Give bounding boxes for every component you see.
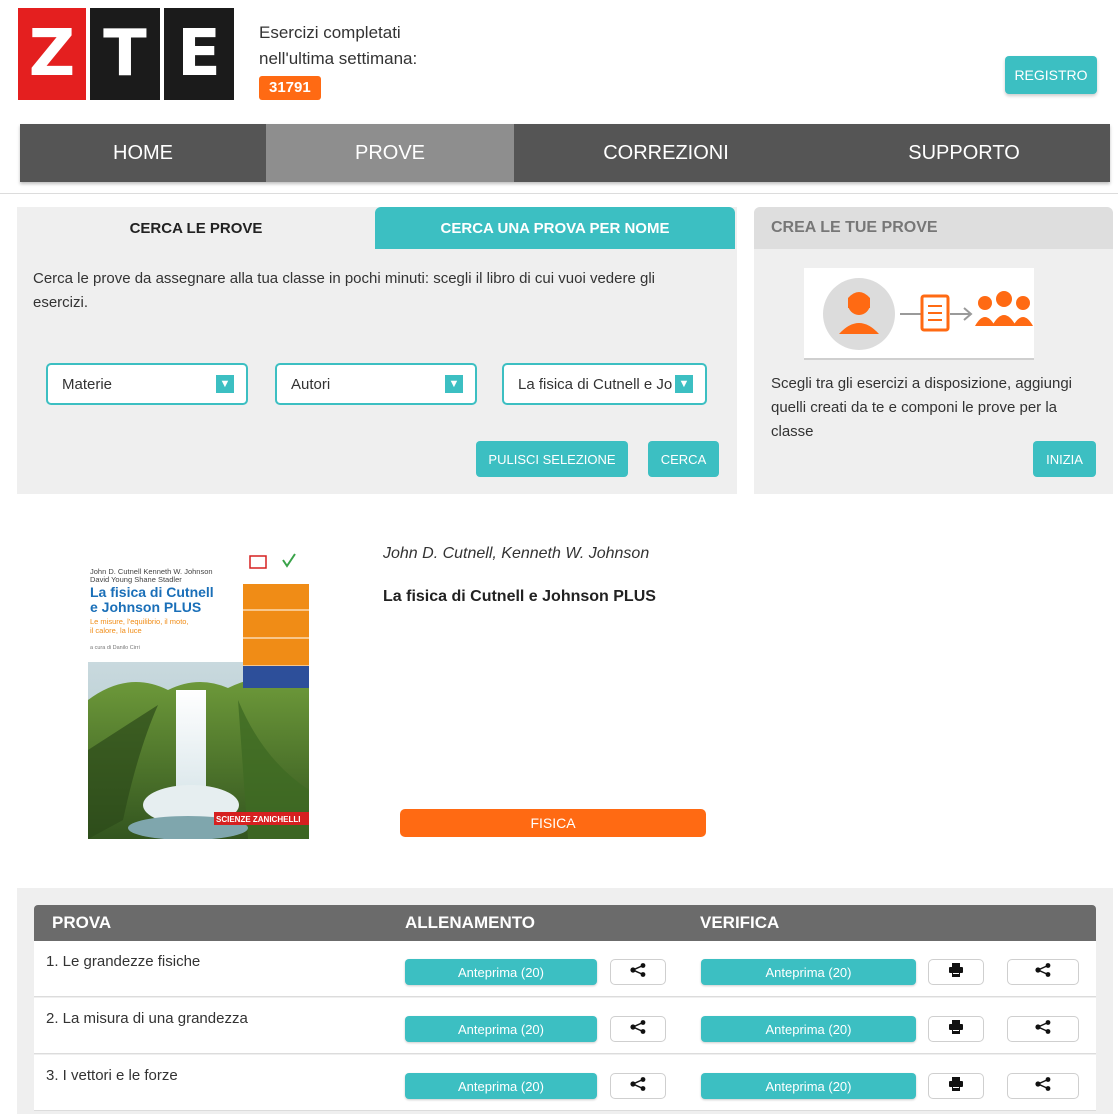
registro-button[interactable]: REGISTRO [1005, 56, 1097, 94]
search-description: Cerca le prove da assegnare alla tua cla… [33, 270, 655, 311]
share-icon [630, 1076, 646, 1096]
allenamento-anteprima-button[interactable]: Anteprima (20) [405, 959, 597, 985]
create-panel-title: CREA LE TUE PROVE [754, 207, 1113, 249]
allenamento-share-button[interactable] [610, 959, 666, 985]
nav-item-home[interactable]: HOME [20, 124, 266, 182]
cover-curator: a cura di Danilo Cirri [90, 645, 140, 651]
table-row: 2. La misura di una grandezza Anteprima … [34, 998, 1096, 1054]
libro-select-value: La fisica di Cutnell e Johnson PLUS [518, 375, 673, 393]
verifica-anteprima-button[interactable]: Anteprima (20) [701, 1016, 916, 1042]
verifica-anteprima-button[interactable]: Anteprima (20) [701, 1073, 916, 1099]
tab-cerca-per-nome[interactable]: CERCA UNA PROVA PER NOME [375, 207, 735, 249]
nav-item-correzioni[interactable]: CORREZIONI [514, 124, 818, 182]
nav-item-supporto[interactable]: SUPPORTO [818, 124, 1110, 182]
cover-title-line1: La fisica di Cutnell [90, 584, 214, 600]
share-icon [1035, 1076, 1051, 1096]
logo-letter-t: T [90, 8, 160, 100]
share-icon [1035, 962, 1051, 982]
header-divider [0, 193, 1118, 194]
chevron-down-icon: ▼ [675, 375, 693, 393]
allenamento-anteprima-button[interactable]: Anteprima (20) [405, 1073, 597, 1099]
cerca-button[interactable]: CERCA [648, 441, 719, 477]
inizia-button[interactable]: INIZIA [1033, 441, 1096, 477]
chevron-down-icon: ▼ [216, 375, 234, 393]
verifica-print-button[interactable] [928, 1016, 984, 1042]
book-title: La fisica di Cutnell e Johnson PLUS [383, 588, 656, 605]
header-prova: PROVA [52, 913, 112, 932]
cover-subtitle-line1: Le misure, l'equilibrio, il moto, [90, 617, 189, 626]
verifica-share-button[interactable] [1007, 959, 1079, 985]
logo-letter-e: E [164, 8, 234, 100]
share-icon [630, 1019, 646, 1039]
tab-cerca-le-prove[interactable]: CERCA LE PROVE [17, 207, 375, 249]
nav-item-prove[interactable]: PROVE [266, 124, 514, 182]
table-row: 1. Le grandezze fisiche Anteprima (20) A… [34, 941, 1096, 997]
row-label: 3. I vettori e le forze [46, 1067, 178, 1084]
materie-select-value: Materie [62, 375, 113, 393]
verifica-share-button[interactable] [1007, 1073, 1079, 1099]
allenamento-anteprima-button[interactable]: Anteprima (20) [405, 1016, 597, 1042]
cover-title-line2: e Johnson PLUS [90, 599, 201, 615]
allenamento-share-button[interactable] [610, 1016, 666, 1042]
share-icon [630, 962, 646, 982]
materie-select[interactable]: Materie ▼ [46, 363, 248, 405]
table-header: PROVA ALLENAMENTO VERIFICA [34, 905, 1096, 941]
verifica-print-button[interactable] [928, 959, 984, 985]
print-icon [949, 1076, 963, 1096]
print-icon [949, 962, 963, 982]
tests-table: PROVA ALLENAMENTO VERIFICA 1. Le grandez… [17, 888, 1113, 1114]
weekly-stats: Esercizi completati nell'ultima settiman… [259, 20, 417, 100]
logo-letter-z: Z [18, 8, 86, 100]
create-tests-illustration [804, 268, 1034, 360]
search-panel: CERCA LE PROVE CERCA UNA PROVA PER NOME … [17, 207, 737, 494]
create-panel-description: Scegli tra gli esercizi a disposizione, … [771, 375, 1072, 440]
pulisci-selezione-button[interactable]: PULISCI SELEZIONE [476, 441, 628, 477]
row-label: 1. Le grandezze fisiche [46, 953, 201, 970]
verifica-print-button[interactable] [928, 1073, 984, 1099]
stats-label-line2: nell'ultima settimana: [259, 49, 418, 68]
share-icon [1035, 1019, 1051, 1039]
print-icon [949, 1019, 963, 1039]
libro-select[interactable]: La fisica di Cutnell e Johnson PLUS ▼ [502, 363, 707, 405]
header-allenamento: ALLENAMENTO [405, 913, 536, 932]
table-row: 3. I vettori e le forze Anteprima (20) A… [34, 1055, 1096, 1111]
chevron-down-icon: ▼ [445, 375, 463, 393]
verifica-share-button[interactable] [1007, 1016, 1079, 1042]
cover-subtitle-line2: il calore, la luce [90, 626, 142, 635]
create-panel: CREA LE TUE PROVE Scegli tra gli eserciz… [754, 207, 1113, 494]
book-cover-image: John D. Cutnell Kenneth W. Johnson David… [88, 550, 309, 840]
zte-logo[interactable]: Z T E [18, 8, 238, 100]
verifica-anteprima-button[interactable]: Anteprima (20) [701, 959, 916, 985]
book-authors: John D. Cutnell, Kenneth W. Johnson [383, 545, 650, 562]
row-label: 2. La misura di una grandezza [46, 1010, 248, 1027]
cover-authors-line2: David Young Shane Stadler [90, 575, 182, 584]
main-nav: HOME PROVE CORREZIONI SUPPORTO [20, 124, 1110, 182]
subject-fisica-button[interactable]: FISICA [400, 809, 706, 837]
autori-select[interactable]: Autori ▼ [275, 363, 477, 405]
stats-label-line1: Esercizi completati [259, 23, 401, 42]
autori-select-value: Autori [291, 375, 331, 393]
stats-count-badge: 31791 [259, 76, 321, 100]
header-verifica: VERIFICA [700, 913, 780, 932]
cover-publisher: SCIENZE ZANICHELLI [216, 815, 300, 824]
allenamento-share-button[interactable] [610, 1073, 666, 1099]
